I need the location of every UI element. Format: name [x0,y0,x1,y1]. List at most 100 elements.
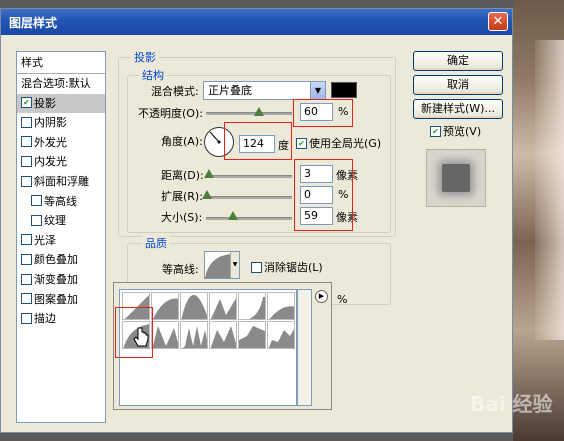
spread-slider-track[interactable] [206,196,292,199]
contour-swatch[interactable] [151,321,179,349]
title-bar: 图层样式 ✕ [1,9,512,35]
checkbox-icon[interactable] [21,116,32,128]
contour-swatch[interactable] [180,292,208,320]
watermark: Bai 经验 [470,392,553,416]
window-title: 图层样式 [9,16,58,30]
checkbox-icon[interactable] [21,136,32,148]
style-list-item-label: 斜面和浮雕 [34,175,89,188]
style-list-item-label: 图案叠加 [34,292,78,306]
blend-mode-value: 正片叠底 [208,84,252,97]
annotation-box-opacity [293,99,353,127]
style-list-item[interactable]: 内阴影 [17,113,105,132]
style-list-item[interactable]: 外发光 [17,133,105,152]
global-light-checkbox[interactable]: ✔ 使用全局光(G) [296,135,381,151]
arrow-right-icon[interactable]: ▶ [315,290,328,303]
style-list-item[interactable]: ✔ 投影 [17,93,105,113]
style-list-item-label: 内发光 [34,155,67,169]
size-slider-handle[interactable] [228,211,238,220]
contour-preview-icon [205,254,231,278]
checkbox-icon[interactable] [21,273,32,285]
style-list-item-label: 光泽 [34,233,56,247]
shadow-color-swatch[interactable] [331,82,357,98]
size-label: 大小(S): [161,211,203,224]
style-list-item-label: 渐变叠加 [34,273,78,286]
checkbox-icon[interactable] [21,253,32,265]
cancel-button[interactable]: 取消 [413,75,503,95]
contour-swatch[interactable] [267,321,295,349]
style-list-item[interactable]: 描边 [17,309,105,328]
structure-title: 结构 [139,67,167,83]
quality-title: 品质 [142,235,170,251]
contour-swatch[interactable] [267,292,295,320]
distance-label: 距离(D): [161,169,204,182]
checkbox-icon[interactable] [21,312,32,324]
contour-scrollbar[interactable] [297,289,312,406]
annotation-box-angle [224,122,292,160]
shadow-section-title: 投影 [131,49,159,65]
style-list-item[interactable]: 颜色叠加 [17,250,105,269]
style-list-item[interactable]: 混合选项:默认 [17,74,105,93]
style-list-item-label: 外发光 [34,135,67,149]
size-slider-track[interactable] [206,217,292,220]
checkbox-icon: ✔ [296,137,307,149]
style-list-item[interactable]: 内发光 [17,152,105,171]
spread-label: 扩展(R): [161,190,203,203]
blend-mode-select[interactable]: 正片叠底 ▼ [203,81,326,100]
style-list-item[interactable]: 纹理 [17,211,105,230]
opacity-label: 不透明度(O): [138,107,203,120]
style-list-item-label: 等高线 [44,194,77,208]
preview-label: 预览(V) [443,125,482,138]
chevron-down-icon: ▼ [310,82,325,99]
style-list-item-label: 颜色叠加 [34,253,78,267]
spread-slider-handle[interactable] [202,190,212,199]
style-list-item[interactable]: 斜面和浮雕 [17,172,105,191]
global-light-label: 使用全局光(G) [309,137,382,150]
style-list-item-label: 投影 [34,96,56,110]
preview-thumbnail [442,164,470,192]
checkbox-icon[interactable] [31,214,42,226]
preview-checkbox[interactable]: ✔ 预览(V) [430,123,481,139]
checkbox-icon[interactable] [21,293,32,305]
contour-swatch[interactable] [238,292,266,320]
style-list-item-label: 内阴影 [34,116,67,130]
contour-swatch[interactable] [209,292,237,320]
noise-unit: % [337,293,348,306]
anti-alias-checkbox[interactable]: 消除锯齿(L) [251,259,323,275]
contour-dropdown[interactable]: ▼ [204,251,240,279]
style-list-item[interactable]: 等高线 [17,192,105,211]
contour-swatch[interactable] [209,321,237,349]
blend-mode-label: 混合模式: [151,85,199,98]
distance-slider-handle[interactable] [204,169,214,178]
chevron-down-icon: ▼ [230,252,239,278]
close-button[interactable]: ✕ [488,12,508,31]
checkbox-icon[interactable]: ✔ [21,97,32,109]
annotation-box-size [294,159,353,231]
new-style-button[interactable]: 新建样式(W)... [413,99,503,119]
contour-label: 等高线: [162,263,199,276]
opacity-slider-handle[interactable] [254,107,264,116]
contour-swatch[interactable] [238,321,266,349]
contour-swatch[interactable] [180,321,208,349]
anti-alias-label: 消除锯齿(L) [264,261,323,274]
style-list-item[interactable]: 图案叠加 [17,290,105,309]
distance-slider-track[interactable] [206,175,292,178]
style-list-item-label: 描边 [34,312,56,326]
checkbox-icon[interactable] [31,195,42,207]
hand-cursor-icon [133,327,149,347]
contour-swatch[interactable] [151,292,179,320]
checkbox-icon[interactable] [21,234,32,246]
checkbox-icon [251,261,262,273]
style-list-item-label: 纹理 [44,214,66,228]
checkbox-icon[interactable] [21,175,32,187]
style-list-item[interactable]: 光泽 [17,231,105,250]
checkbox-icon: ✔ [430,125,441,137]
style-list: 样式 混合选项:默认 ✔ 投影内阴影外发光内发光斜面和浮雕等高线纹理光泽颜色叠加渐变… [16,51,106,423]
ok-button[interactable]: 确定 [413,51,503,71]
checkbox-icon[interactable] [21,155,32,167]
style-list-item[interactable]: 渐变叠加 [17,270,105,289]
opacity-slider-track[interactable] [206,112,292,115]
style-list-item-label: 混合选项:默认 [21,77,91,90]
background-photo-highlight [535,40,564,340]
style-list-header: 样式 [17,52,105,74]
style-preview [426,149,486,207]
